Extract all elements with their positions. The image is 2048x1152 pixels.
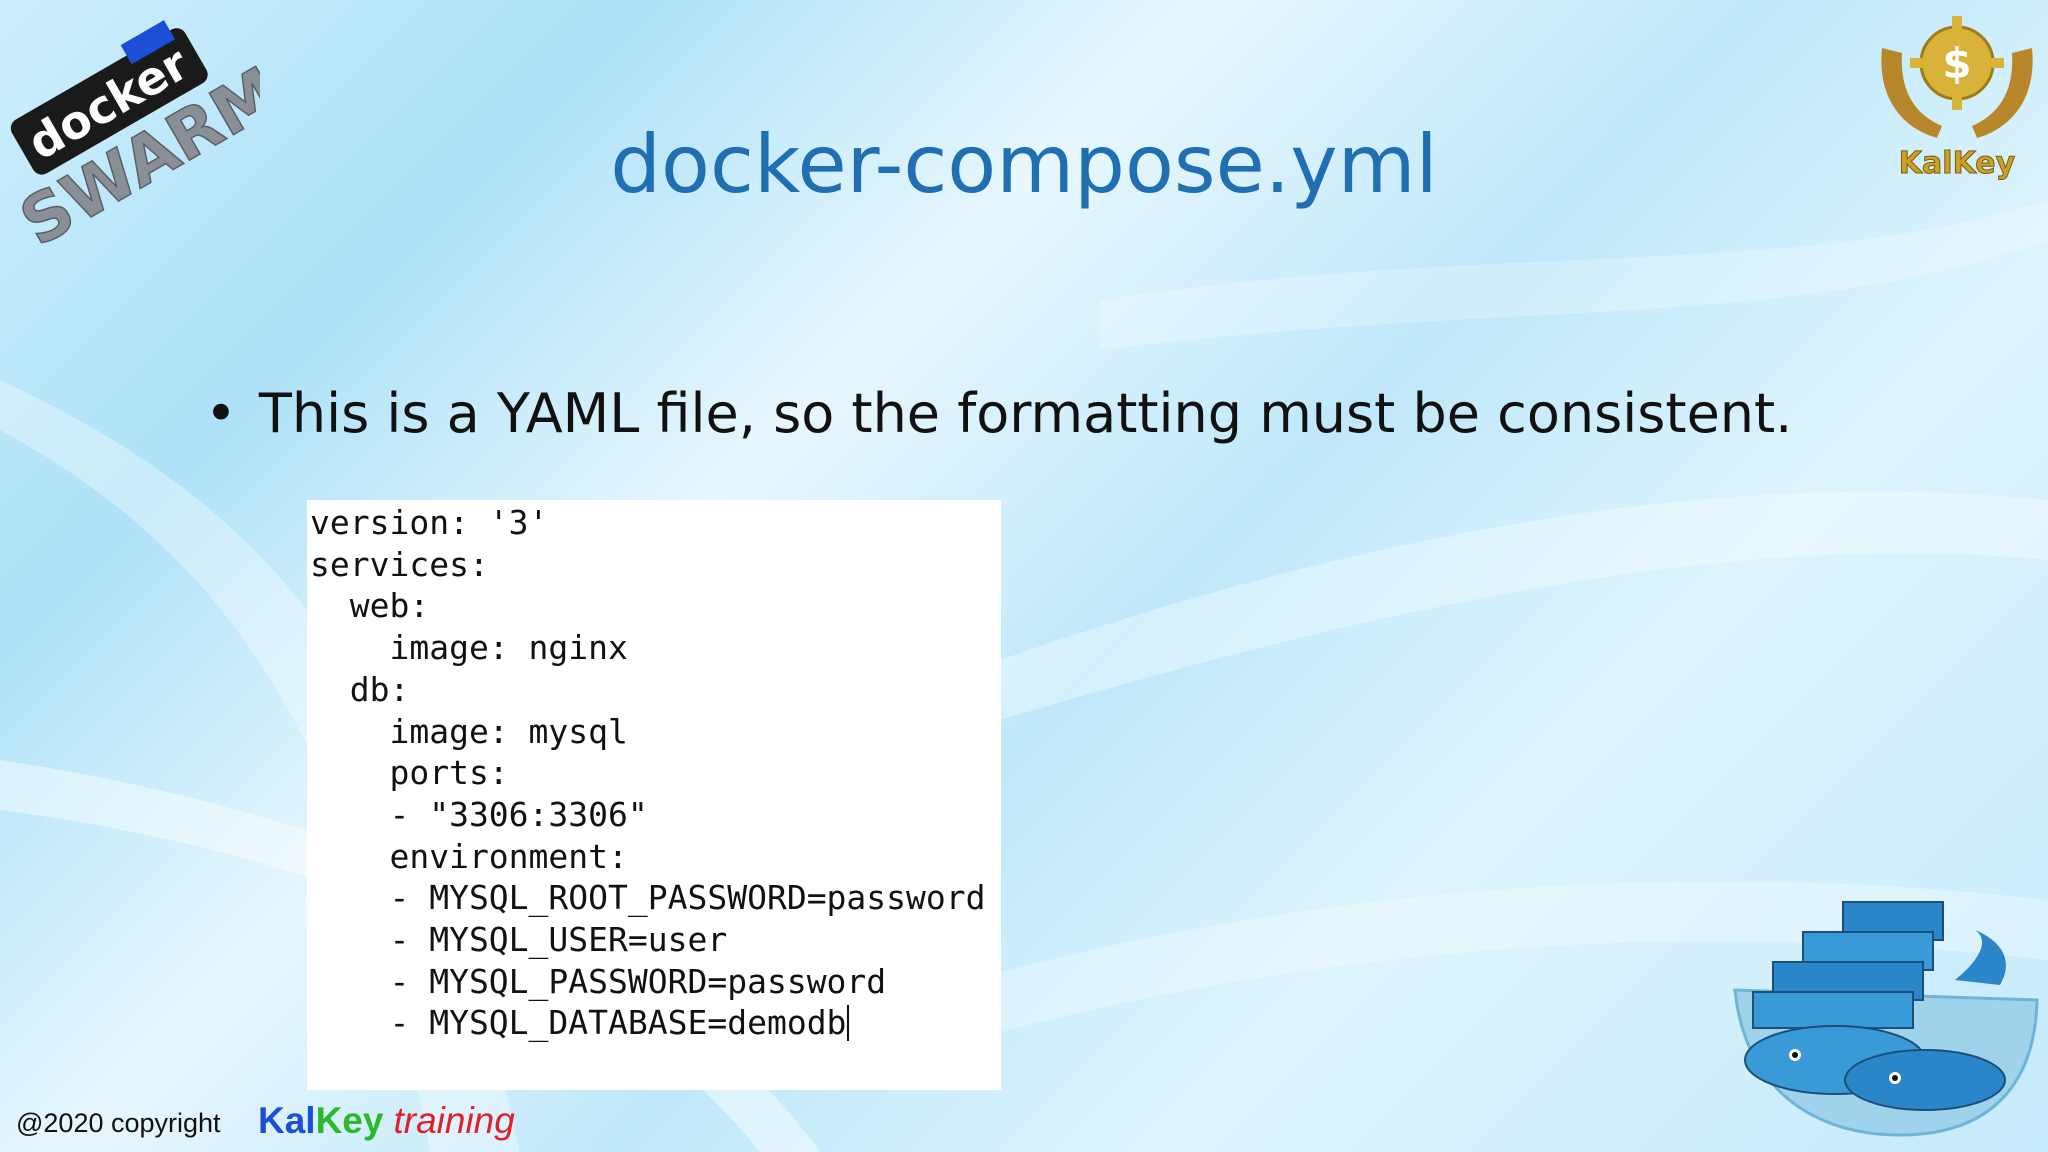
footer-brand: KalKey training — [258, 1100, 515, 1142]
code-line: db: — [310, 669, 410, 709]
docker-whale-containers-icon — [1733, 901, 2039, 1137]
bullet-text: This is a YAML file, so the formatting m… — [258, 382, 1793, 445]
code-line: - MYSQL_PASSWORD=password — [310, 961, 887, 1001]
code-line: - "3306:3306" — [310, 794, 648, 834]
brand-key: Key — [315, 1100, 384, 1141]
code-line: version: '3' — [310, 503, 549, 542]
slide-title: docker-compose.yml — [610, 118, 1438, 211]
code-line: services: — [310, 544, 489, 584]
code-line-last: - MYSQL_DATABASE=demodb — [307, 1002, 1001, 1044]
brand-kal: Kal — [258, 1100, 316, 1141]
kalkey-symbol: $ — [1942, 39, 1971, 88]
code-line: - MYSQL_USER=user — [310, 920, 728, 960]
bullet-symbol: • — [205, 382, 237, 445]
bullet-point: • This is a YAML file, so the formatting … — [205, 382, 1792, 445]
brand-training: training — [393, 1100, 515, 1141]
code-line: web: — [310, 586, 430, 626]
code-line: image: nginx — [310, 628, 628, 668]
text-cursor — [847, 1005, 850, 1042]
code-line: environment: — [310, 836, 628, 876]
code-line: - MYSQL_ROOT_PASSWORD=password — [310, 878, 986, 918]
code-line: ports: — [310, 753, 509, 793]
footer-copyright: @2020 copyright — [16, 1108, 221, 1138]
code-line: image: mysql — [310, 711, 628, 751]
yaml-code-block: version: '3' services: web: image: nginx… — [307, 500, 1001, 1090]
code-line-text: - MYSQL_DATABASE=demodb — [310, 1003, 847, 1043]
